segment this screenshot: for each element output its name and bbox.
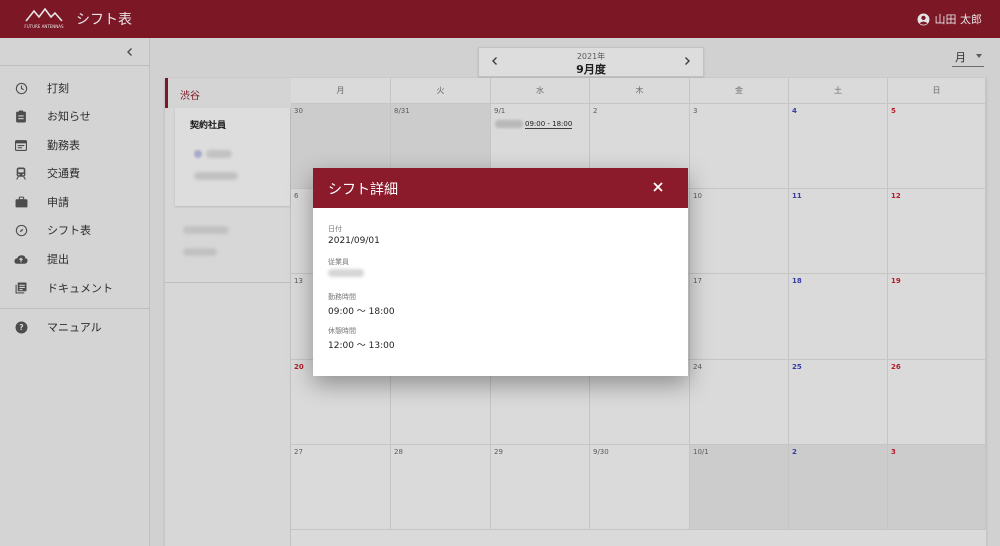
work-time-label: 勤務時間: [328, 293, 356, 301]
date-value: 2021/09/01: [328, 236, 380, 246]
dialog-title: シフト詳細: [328, 182, 398, 198]
shift-detail-dialog: シフト詳細 日付 2021/09/01 従業員 勤務時間 09:00 〜 18:…: [313, 168, 688, 376]
close-icon: [653, 182, 663, 192]
dialog-close-button[interactable]: [650, 179, 666, 195]
work-time-value: 09:00 〜 18:00: [328, 307, 395, 317]
break-time-value: 12:00 〜 13:00: [328, 341, 395, 351]
dialog-header: シフト詳細: [313, 168, 688, 208]
date-label: 日付: [328, 225, 342, 233]
break-time-label: 休憩時間: [328, 327, 356, 335]
employee-label: 従業員: [328, 258, 349, 266]
employee-value-redacted: [328, 269, 364, 277]
